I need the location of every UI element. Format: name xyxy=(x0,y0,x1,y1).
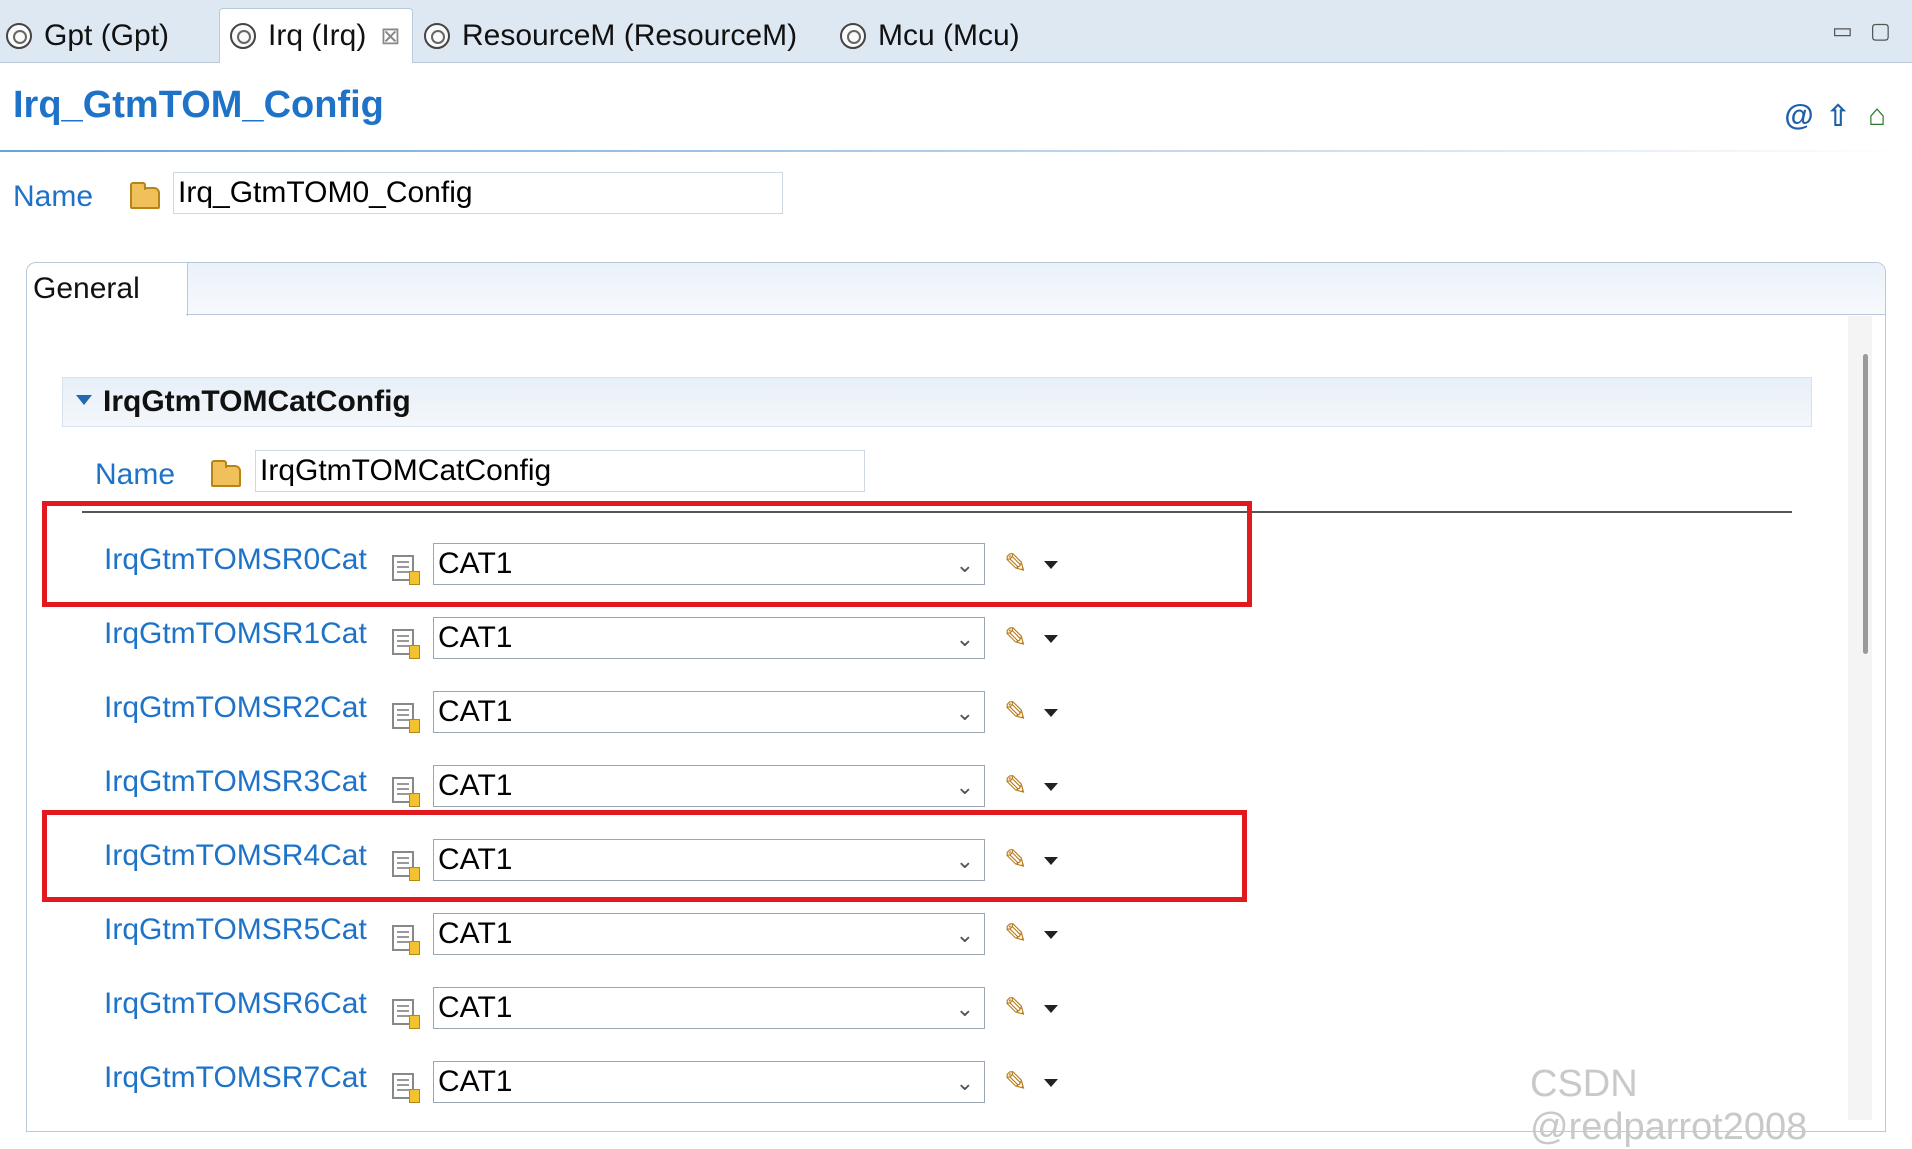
chevron-down-icon[interactable]: ⌄ xyxy=(956,1070,974,1096)
category-value: CAT1 xyxy=(438,621,513,654)
scrollbar-thumb[interactable] xyxy=(1863,354,1868,654)
chevron-down-icon[interactable]: ⌄ xyxy=(956,626,974,652)
category-value: CAT1 xyxy=(438,769,513,802)
dropdown-arrow-icon[interactable] xyxy=(1044,1005,1058,1013)
category-select[interactable]: CAT1 ⌄ xyxy=(433,691,985,733)
vertical-scrollbar[interactable] xyxy=(1848,316,1872,1120)
tab-mcu-label: Mcu (Mcu) xyxy=(878,19,1020,52)
tab-gpt[interactable]: Gpt (Gpt) xyxy=(6,10,169,62)
tab-resourcem-label: ResourceM (ResourceM) xyxy=(462,19,798,52)
pencil-icon[interactable]: ✎ xyxy=(1004,624,1032,652)
tab-mcu[interactable]: Mcu (Mcu) xyxy=(840,10,1020,62)
parameter-icon xyxy=(392,1073,420,1103)
up-arrow-icon[interactable]: ⇧ xyxy=(1822,100,1854,133)
dropdown-arrow-icon[interactable] xyxy=(1044,931,1058,939)
category-value: CAT1 xyxy=(438,917,513,950)
dropdown-arrow-icon[interactable] xyxy=(1044,783,1058,791)
row-label[interactable]: IrqGtmTOMSR7Cat xyxy=(104,1061,367,1095)
close-icon[interactable]: ⊠ xyxy=(380,22,400,51)
tab-irq[interactable]: Irq (Irq) ⊠ xyxy=(219,8,413,63)
parameter-icon xyxy=(392,703,420,733)
header-divider xyxy=(0,150,1912,152)
section-name-label: Name xyxy=(95,458,176,491)
category-value: CAT1 xyxy=(438,695,513,728)
page-title: Irq_GtmTOM_Config xyxy=(13,84,384,126)
maximize-icon[interactable]: ▢ xyxy=(1870,18,1891,44)
highlight-box-sr0 xyxy=(42,501,1252,607)
chevron-down-icon[interactable]: ⌄ xyxy=(956,996,974,1022)
category-select[interactable]: CAT1 ⌄ xyxy=(433,765,985,807)
chevron-down-icon[interactable]: ⌄ xyxy=(956,922,974,948)
dropdown-arrow-icon[interactable] xyxy=(1044,1079,1058,1087)
minimize-icon[interactable]: ▭ xyxy=(1832,18,1853,44)
tab-resourcem[interactable]: ResourceM (ResourceM) xyxy=(424,10,797,62)
pencil-icon[interactable]: ✎ xyxy=(1004,772,1032,800)
pencil-icon[interactable]: ✎ xyxy=(1004,698,1032,726)
pencil-icon[interactable]: ✎ xyxy=(1004,1068,1032,1096)
pencil-icon[interactable]: ✎ xyxy=(1004,920,1032,948)
watermark: CSDN @redparrot2008 xyxy=(1530,1063,1808,1148)
section-title: IrqGtmTOMCatConfig xyxy=(103,385,411,418)
parameter-icon xyxy=(392,999,420,1029)
row-label[interactable]: IrqGtmTOMSR3Cat xyxy=(104,765,367,799)
at-icon[interactable]: @ xyxy=(1783,99,1815,132)
folder-icon xyxy=(211,460,241,487)
pencil-icon[interactable]: ✎ xyxy=(1004,994,1032,1022)
chevron-down-icon[interactable]: ⌄ xyxy=(956,774,974,800)
row-label[interactable]: IrqGtmTOMSR6Cat xyxy=(104,987,367,1021)
row-label[interactable]: IrqGtmTOMSR1Cat xyxy=(104,617,367,651)
section-name-field[interactable]: IrqGtmTOMCatConfig xyxy=(255,450,865,492)
category-select[interactable]: CAT1 ⌄ xyxy=(433,987,985,1029)
category-value: CAT1 xyxy=(438,1065,513,1098)
folder-icon xyxy=(130,182,160,209)
dropdown-arrow-icon[interactable] xyxy=(1044,635,1058,643)
editor-tab-bar: Gpt (Gpt) Irq (Irq) ⊠ ResourceM (Resourc… xyxy=(0,0,1912,63)
parameter-icon xyxy=(392,777,420,807)
home-icon[interactable]: ⌂ xyxy=(1861,99,1893,132)
parameter-icon xyxy=(392,925,420,955)
collapse-arrow-icon[interactable] xyxy=(76,395,92,405)
tab-irq-label: Irq (Irq) xyxy=(268,19,367,52)
module-icon xyxy=(424,23,450,49)
category-select[interactable]: CAT1 ⌄ xyxy=(433,913,985,955)
name-label: Name xyxy=(13,180,94,213)
category-select[interactable]: CAT1 ⌄ xyxy=(433,617,985,659)
category-value: CAT1 xyxy=(438,991,513,1024)
category-select[interactable]: CAT1 ⌄ xyxy=(433,1061,985,1103)
tab-strip xyxy=(27,263,1885,315)
tab-strip-divider xyxy=(186,314,1886,315)
chevron-down-icon[interactable]: ⌄ xyxy=(956,700,974,726)
module-icon xyxy=(230,23,256,49)
row-label[interactable]: IrqGtmTOMSR5Cat xyxy=(104,913,367,947)
highlight-box-sr4 xyxy=(42,810,1247,902)
tab-general-label: General xyxy=(33,272,140,305)
module-icon xyxy=(840,23,866,49)
parameter-icon xyxy=(392,629,420,659)
row-label[interactable]: IrqGtmTOMSR2Cat xyxy=(104,691,367,725)
dropdown-arrow-icon[interactable] xyxy=(1044,709,1058,717)
module-icon xyxy=(6,23,32,49)
tab-gpt-label: Gpt (Gpt) xyxy=(44,19,170,52)
name-field[interactable]: Irq_GtmTOM0_Config xyxy=(173,172,783,214)
